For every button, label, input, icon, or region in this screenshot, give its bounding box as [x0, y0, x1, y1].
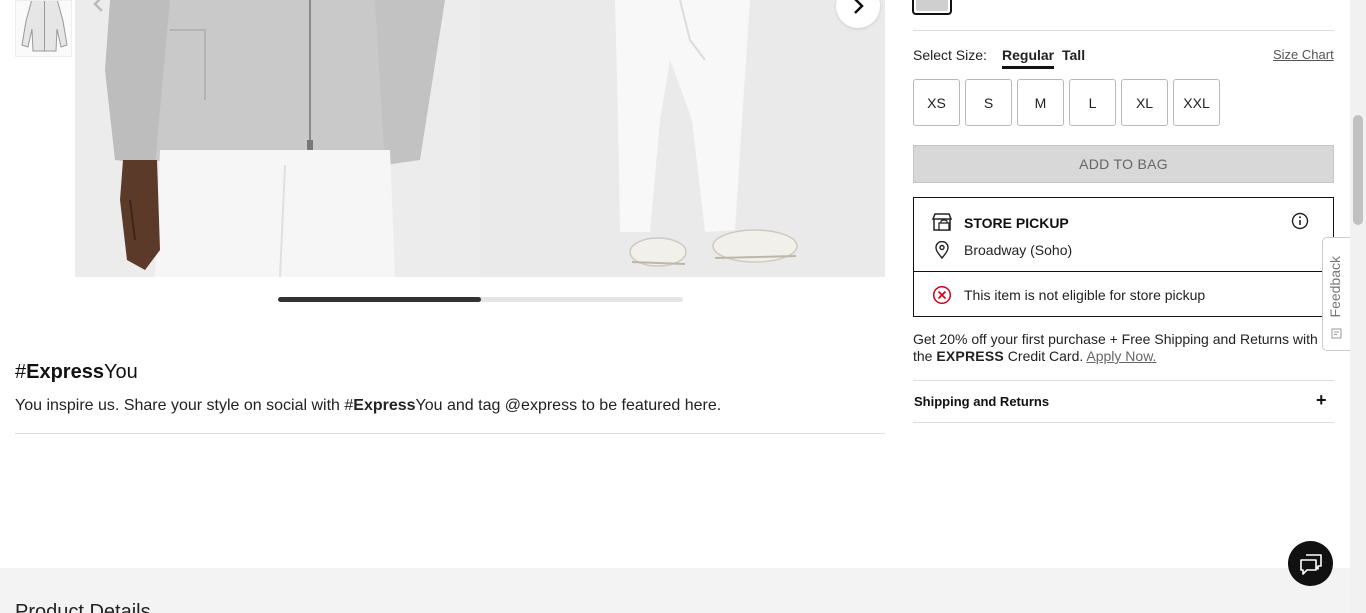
product-image-gallery	[75, 0, 885, 277]
pickup-ineligible-text: This item is not eligible for store pick…	[964, 287, 1206, 303]
credit-card-promo: Get 20% off your first purchase + Free S…	[913, 331, 1318, 364]
size-option-m[interactable]: M	[1017, 79, 1064, 126]
fit-tab-tall[interactable]: Tall	[1062, 47, 1085, 66]
page-scrollbar[interactable]	[1350, 0, 1366, 613]
divider	[15, 433, 885, 434]
hoodie-thumbnail-image	[21, 1, 68, 52]
location-pin-icon	[934, 240, 950, 264]
product-thumbnail[interactable]	[15, 0, 72, 57]
express-brand-text: EXPRESS	[936, 348, 1004, 364]
select-size-label: Select Size:	[913, 47, 987, 63]
store-pickup-icon	[931, 212, 953, 237]
divider	[913, 30, 1334, 31]
chevron-left-icon	[93, 0, 103, 12]
product-details-section: Product Details	[0, 568, 1366, 613]
store-pickup-title: STORE PICKUP	[964, 215, 1069, 231]
store-pickup-panel: STORE PICKUP Broadway (Soho)	[913, 197, 1334, 272]
product-image-front	[75, 0, 480, 277]
size-option-s[interactable]: S	[965, 79, 1012, 126]
express-you-description: You inspire us. Share your style on soci…	[15, 397, 722, 414]
size-option-xs[interactable]: XS	[913, 79, 960, 126]
gallery-progress-track[interactable]	[278, 297, 683, 302]
size-option-xl[interactable]: XL	[1121, 79, 1168, 126]
plus-icon[interactable]: +	[1316, 390, 1327, 411]
size-chart-link[interactable]: Size Chart	[1273, 47, 1334, 62]
divider	[913, 380, 1334, 381]
add-to-bag-button[interactable]: ADD TO BAG	[913, 145, 1334, 183]
fit-tab-regular[interactable]: Regular	[1002, 47, 1055, 69]
pickup-eligibility-notice: This item is not eligible for store pick…	[913, 271, 1334, 317]
chat-button[interactable]	[1288, 541, 1333, 586]
pickup-store-name[interactable]: Broadway (Soho)	[964, 242, 1072, 258]
gallery-progress-thumb[interactable]	[278, 297, 481, 302]
product-image-side	[480, 0, 885, 277]
product-details-title: Product Details	[15, 601, 151, 613]
error-circle-icon	[932, 285, 952, 310]
size-option-l[interactable]: L	[1069, 79, 1116, 126]
feedback-icon	[1331, 328, 1342, 339]
chevron-right-icon	[854, 0, 864, 14]
apply-now-link[interactable]: Apply Now.	[1086, 348, 1156, 364]
color-swatch-selected[interactable]	[912, 0, 952, 15]
shipping-returns-accordion[interactable]: Shipping and Returns	[914, 394, 1049, 409]
size-option-xxl[interactable]: XXL	[1173, 79, 1220, 126]
chat-icon	[1299, 553, 1322, 575]
feedback-label: Feedback	[1327, 256, 1343, 318]
feedback-tab[interactable]: Feedback	[1322, 237, 1350, 351]
express-you-heading: #ExpressYou	[15, 361, 138, 383]
info-icon[interactable]	[1291, 212, 1309, 235]
divider	[913, 422, 1334, 423]
page-scrollbar-thumb[interactable]	[1353, 115, 1363, 225]
